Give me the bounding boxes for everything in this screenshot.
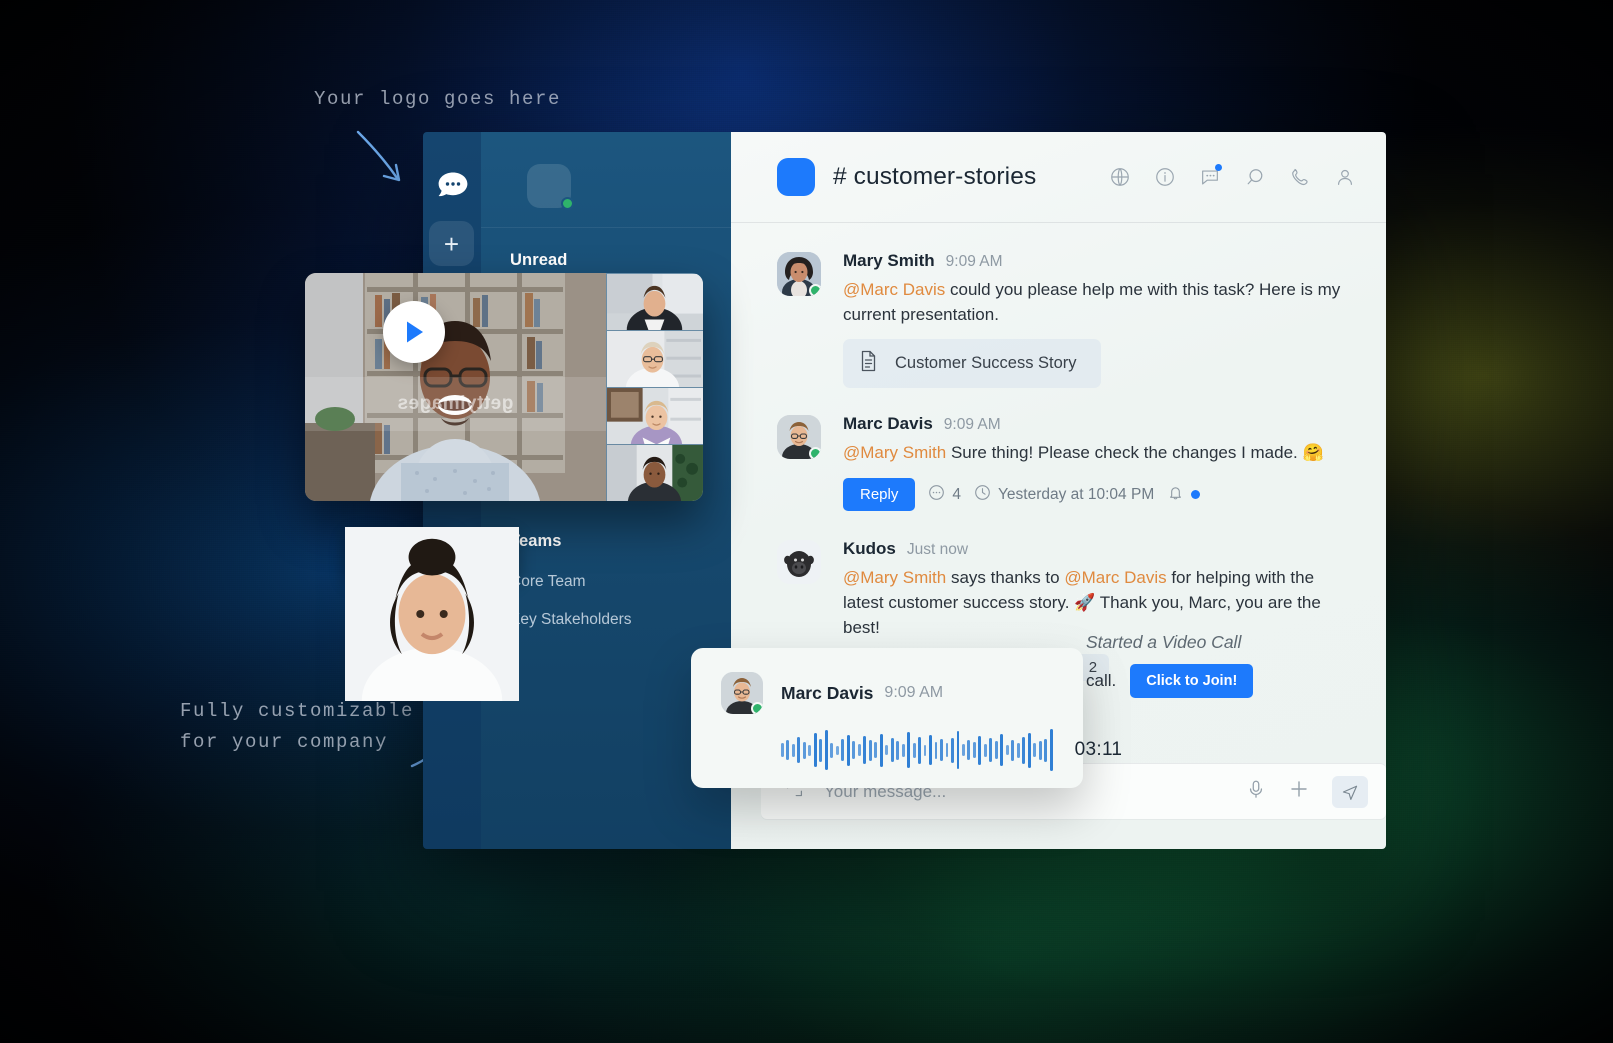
reply-button[interactable]: Reply (843, 478, 916, 511)
sidebar-item-core-team[interactable]: Core Team (510, 573, 586, 591)
message-author: Marc Davis (843, 414, 933, 433)
voice-time: 9:09 AM (884, 684, 944, 701)
mention-link[interactable]: @Marc Davis (1064, 568, 1166, 587)
message-author: Mary Smith (843, 251, 935, 270)
reply-count: 4 (952, 485, 961, 503)
globe-icon[interactable] (1109, 166, 1131, 188)
message-item: Mary Smith 9:09 AM @Marc Davis could you… (777, 251, 1356, 388)
plus-icon[interactable] (1288, 778, 1310, 805)
message-item: Marc Davis 9:09 AM @Mary Smith Sure thin… (777, 414, 1356, 511)
message-text: @Mary Smith Sure thing! Please check the… (843, 440, 1356, 465)
mention-link[interactable]: @Mary Smith (843, 568, 946, 587)
video-tile[interactable] (606, 387, 703, 444)
participant-avatar-row: +8 (345, 527, 519, 701)
message-actions: Reply 4 Yesterday at 10:04 PM (843, 478, 1356, 511)
video-participant-tiles (606, 273, 703, 501)
attachment-label: Customer Success Story (895, 354, 1077, 372)
mention-link[interactable]: @Marc Davis (843, 280, 945, 299)
members-icon[interactable] (1334, 166, 1356, 188)
customizable-hint-label: Fully customizable for your company (180, 700, 415, 753)
user-avatar[interactable] (527, 164, 574, 210)
message-time: 9:09 AM (943, 416, 1001, 433)
add-button[interactable]: + (429, 221, 474, 266)
screenshot-root: Your logo goes here Fully customizable f… (0, 0, 1613, 1043)
join-call-button[interactable]: Click to Join! (1130, 664, 1254, 698)
video-tile[interactable] (606, 273, 703, 330)
message-text: @Mary Smith says thanks to @Marc Davis f… (843, 565, 1356, 640)
voice-message-card[interactable]: Marc Davis 9:09 AM 03:11 (691, 648, 1122, 788)
document-icon (859, 350, 878, 377)
chat-header: # customer-stories (731, 132, 1386, 223)
video-tile[interactable] (606, 330, 703, 387)
play-icon[interactable] (383, 301, 445, 363)
kudos-mid-text: says thanks to (946, 568, 1065, 587)
video-call-card[interactable]: gettyimages (305, 273, 703, 501)
message-time: 9:09 AM (945, 253, 1003, 270)
reply-bubble-icon (928, 484, 945, 506)
audio-waveform[interactable] (781, 727, 1053, 773)
last-reply-time: Yesterday at 10:04 PM (997, 485, 1155, 503)
watermark-text: gettyimages (397, 393, 514, 414)
attachment-chip[interactable]: Customer Success Story (843, 339, 1101, 388)
thread-icon[interactable] (1244, 166, 1266, 188)
bell-icon (1167, 484, 1184, 506)
clock-icon (974, 484, 991, 506)
presence-dot (751, 702, 763, 714)
last-reply-meta: Yesterday at 10:04 PM (974, 484, 1154, 506)
call-notice-title: Started a Video Call (1086, 632, 1242, 652)
participant-avatar[interactable] (345, 527, 519, 701)
presence-dot (561, 197, 574, 210)
logo-hint-label: Your logo goes here (314, 88, 562, 110)
sidebar-section-unread: Unread (510, 251, 568, 269)
avatar-kudos-bot[interactable] (777, 540, 821, 584)
voice-author: Marc Davis (781, 682, 874, 703)
video-tile[interactable] (606, 444, 703, 501)
watermark: gettyimages (305, 377, 606, 431)
sidebar-divider (481, 227, 731, 228)
discussion-icon[interactable] (1199, 164, 1222, 188)
mic-icon[interactable] (1246, 779, 1266, 804)
send-icon[interactable] (1332, 775, 1368, 808)
info-icon[interactable] (1154, 166, 1176, 188)
video-main-speaker: gettyimages (305, 273, 606, 501)
channel-title: # customer-stories (833, 163, 1037, 190)
unread-badge (1215, 164, 1222, 171)
phone-icon[interactable] (1289, 166, 1311, 188)
call-notice-text: call. (1086, 671, 1117, 690)
message-author: Kudos (843, 539, 896, 558)
message-time: Just now (906, 541, 969, 558)
voice-duration: 03:11 (1074, 739, 1123, 760)
channel-avatar (777, 158, 815, 196)
avatar[interactable] (777, 252, 821, 296)
presence-dot (809, 447, 821, 459)
message-text: @Marc Davis could you please help me wit… (843, 277, 1356, 327)
avatar (721, 672, 763, 714)
presence-dot (809, 284, 821, 296)
arrow-to-logo-icon (356, 130, 401, 182)
message-body-text: Sure thing! Please check the changes I m… (946, 443, 1324, 462)
sidebar-item-key-stakeholders[interactable]: Key Stakeholders (510, 611, 632, 629)
avatar[interactable] (777, 415, 821, 459)
mention-link[interactable]: @Mary Smith (843, 443, 946, 462)
reply-count-meta[interactable]: 4 (928, 484, 961, 506)
unread-dot (1191, 490, 1201, 499)
header-icon-group (1109, 164, 1356, 188)
rocket-chat-icon[interactable] (436, 168, 470, 202)
notification-meta[interactable] (1167, 484, 1201, 506)
